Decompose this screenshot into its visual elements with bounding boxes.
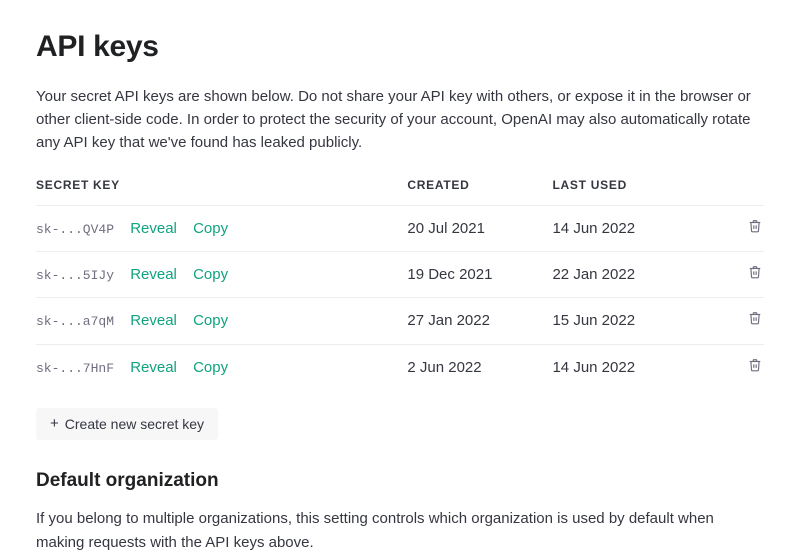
default-organization-heading: Default organization <box>36 466 764 495</box>
table-row: sk-...QV4P Reveal Copy 20 Jul 2021 14 Ju… <box>36 205 764 251</box>
delete-button[interactable] <box>746 309 764 327</box>
created-date: 27 Jan 2022 <box>407 298 552 344</box>
trash-icon <box>748 311 762 325</box>
copy-button[interactable]: Copy <box>193 217 228 240</box>
created-date: 19 Dec 2021 <box>407 252 552 298</box>
copy-button[interactable]: Copy <box>193 309 228 332</box>
delete-button[interactable] <box>746 263 764 281</box>
reveal-button[interactable]: Reveal <box>130 217 177 240</box>
api-key-text: sk-...a7qM <box>36 314 114 329</box>
table-row: sk-...5IJy Reveal Copy 19 Dec 2021 22 Ja… <box>36 252 764 298</box>
table-row: sk-...7HnF Reveal Copy 2 Jun 2022 14 Jun… <box>36 344 764 390</box>
reveal-button[interactable]: Reveal <box>130 309 177 332</box>
reveal-button[interactable]: Reveal <box>130 263 177 286</box>
table-row: sk-...a7qM Reveal Copy 27 Jan 2022 15 Ju… <box>36 298 764 344</box>
last-used-date: 14 Jun 2022 <box>552 205 729 251</box>
column-header-created: CREATED <box>407 176 552 205</box>
created-date: 20 Jul 2021 <box>407 205 552 251</box>
column-header-actions <box>730 176 764 205</box>
created-date: 2 Jun 2022 <box>407 344 552 390</box>
create-button-label: Create new secret key <box>65 416 204 432</box>
column-header-last-used: LAST USED <box>552 176 729 205</box>
trash-icon <box>748 358 762 372</box>
page-title: API keys <box>36 24 764 71</box>
delete-button[interactable] <box>746 356 764 374</box>
page-description: Your secret API keys are shown below. Do… <box>36 85 764 155</box>
column-header-secret-key: SECRET KEY <box>36 176 407 205</box>
api-key-text: sk-...QV4P <box>36 222 114 237</box>
delete-button[interactable] <box>746 217 764 235</box>
trash-icon <box>748 265 762 279</box>
plus-icon: + <box>50 416 59 431</box>
reveal-button[interactable]: Reveal <box>130 356 177 379</box>
api-key-text: sk-...5IJy <box>36 268 114 283</box>
last-used-date: 14 Jun 2022 <box>552 344 729 390</box>
create-new-secret-key-button[interactable]: + Create new secret key <box>36 408 218 440</box>
copy-button[interactable]: Copy <box>193 356 228 379</box>
trash-icon <box>748 219 762 233</box>
api-keys-table: SECRET KEY CREATED LAST USED sk-...QV4P … <box>36 176 764 390</box>
last-used-date: 22 Jan 2022 <box>552 252 729 298</box>
copy-button[interactable]: Copy <box>193 263 228 286</box>
api-key-text: sk-...7HnF <box>36 361 114 376</box>
last-used-date: 15 Jun 2022 <box>552 298 729 344</box>
default-organization-description: If you belong to multiple organizations,… <box>36 507 764 554</box>
